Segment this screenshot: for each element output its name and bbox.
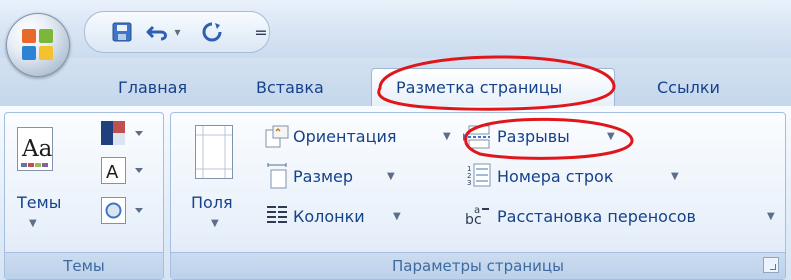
office-button[interactable] (6, 13, 70, 77)
tab-highlight-ellipse (377, 55, 616, 111)
breaks-highlight-ellipse (464, 117, 634, 160)
office-logo-icon (22, 29, 54, 61)
annotation-overlay (377, 55, 634, 160)
